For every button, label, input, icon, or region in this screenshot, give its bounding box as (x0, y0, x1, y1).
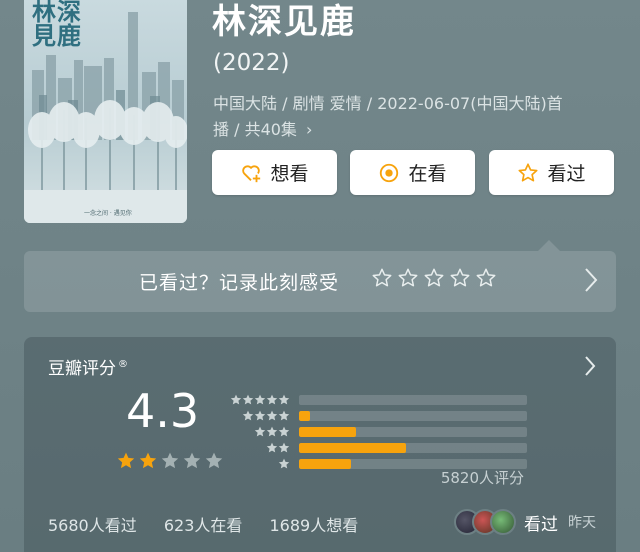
mini-star-icon (242, 410, 254, 421)
star-filled-icon (139, 452, 157, 469)
want-count: 1689人想看 (269, 516, 359, 535)
record-prompt: 已看过？记录此刻感受 (139, 272, 340, 294)
star-empty-icon (183, 452, 201, 469)
score-stars (116, 451, 224, 471)
distribution-bar-track (299, 395, 527, 405)
douban-rating-panel[interactable]: 豆瓣评分 ® 4.3 5820人评分 5680人看过 623人在看 1689人想看… (24, 337, 616, 552)
mini-star-icon (278, 458, 290, 469)
distribution-star-label (230, 410, 290, 422)
want-to-watch-button[interactable]: 想看 (212, 150, 337, 195)
page-title: 林深见鹿 (212, 2, 356, 42)
chevron-right-icon: › (306, 120, 313, 139)
distribution-bar-track (299, 427, 527, 437)
distribution-bar-track (299, 411, 527, 421)
target-icon (380, 163, 399, 182)
star-empty-icon (161, 452, 179, 469)
mini-star-icon (266, 394, 278, 405)
rating-score: 4.3 (126, 384, 200, 438)
distribution-bar-fill (299, 427, 356, 437)
distribution-bar-fill (299, 459, 352, 469)
watching-label: 在看 (408, 163, 447, 185)
registered-mark: ® (118, 359, 128, 371)
avatar[interactable] (490, 509, 516, 535)
heart-plus-icon (242, 164, 261, 182)
watched-button[interactable]: 看过 (489, 150, 614, 195)
watched-label: 看过 (547, 163, 586, 185)
distribution-star-label (230, 426, 290, 438)
rating-source: 豆瓣评分 ® (48, 354, 128, 379)
friend-time: 昨天 (568, 515, 596, 531)
mini-star-icon (254, 394, 266, 405)
mini-star-icon (254, 410, 266, 421)
poster-caption: 一念之间 · 遇见你 (84, 210, 132, 217)
star-outline-icon[interactable] (397, 267, 419, 289)
mini-star-icon (278, 442, 290, 453)
distribution-row-3-star (230, 424, 527, 440)
distribution-row-2-star (230, 440, 527, 456)
watched-count: 5680人看过 (48, 516, 137, 535)
meta-line-1: 中国大陆 / 剧情 爱情 / 2022-06-07(中国大陆)首 (213, 94, 563, 113)
distribution-bar-fill (299, 411, 311, 421)
mini-star-icon (278, 394, 290, 405)
star-empty-icon (205, 452, 223, 469)
viewer-stats: 5680人看过 623人在看 1689人想看 (48, 512, 380, 536)
rating-source-label: 豆瓣评分 (48, 359, 116, 379)
star-filled-icon (117, 452, 135, 469)
movie-meta[interactable]: 中国大陆 / 剧情 爱情 / 2022-06-07(中国大陆)首 播 / 共40… (213, 91, 613, 143)
distribution-star-label (230, 394, 290, 406)
poster-title-text: 林深見鹿 (32, 0, 82, 50)
watching-button[interactable]: 在看 (350, 150, 475, 195)
mini-star-icon (266, 426, 278, 437)
release-year: (2022) (213, 50, 290, 76)
friend-action: 看过 (524, 514, 558, 535)
distribution-row-5-star (230, 392, 527, 408)
friends-activity[interactable]: 看过 昨天 (454, 509, 596, 535)
bubble-pointer (538, 240, 560, 251)
distribution-bar-track (299, 443, 527, 453)
star-outline-icon[interactable] (371, 267, 393, 289)
distribution-star-label (230, 458, 290, 470)
star-outline-icon (518, 162, 539, 182)
record-star-rating[interactable] (371, 267, 497, 289)
meta-line-2: 播 / 共40集 (213, 120, 297, 139)
rating-distribution (230, 392, 527, 472)
star-outline-icon[interactable] (423, 267, 445, 289)
watching-count: 623人在看 (163, 516, 243, 535)
distribution-star-label (230, 442, 290, 454)
mini-star-icon (254, 426, 266, 437)
mini-star-icon (242, 394, 254, 405)
star-outline-icon[interactable] (475, 267, 497, 289)
total-ratings: 5820人评分 (440, 469, 524, 487)
chevron-right-icon (585, 268, 598, 292)
distribution-bar-fill (299, 443, 407, 453)
distribution-row-4-star (230, 408, 527, 424)
record-impression-bar[interactable]: 已看过？记录此刻感受 (24, 251, 616, 312)
mini-star-icon (230, 394, 242, 405)
mini-star-icon (266, 410, 278, 421)
mini-star-icon (278, 410, 290, 421)
star-outline-icon[interactable] (449, 267, 471, 289)
mini-star-icon (266, 442, 278, 453)
chevron-right-icon[interactable] (584, 355, 596, 377)
poster-image[interactable]: 林深見鹿 一念之间 · 遇见你 (24, 0, 187, 223)
mini-star-icon (278, 426, 290, 437)
want-label: 想看 (270, 163, 309, 185)
